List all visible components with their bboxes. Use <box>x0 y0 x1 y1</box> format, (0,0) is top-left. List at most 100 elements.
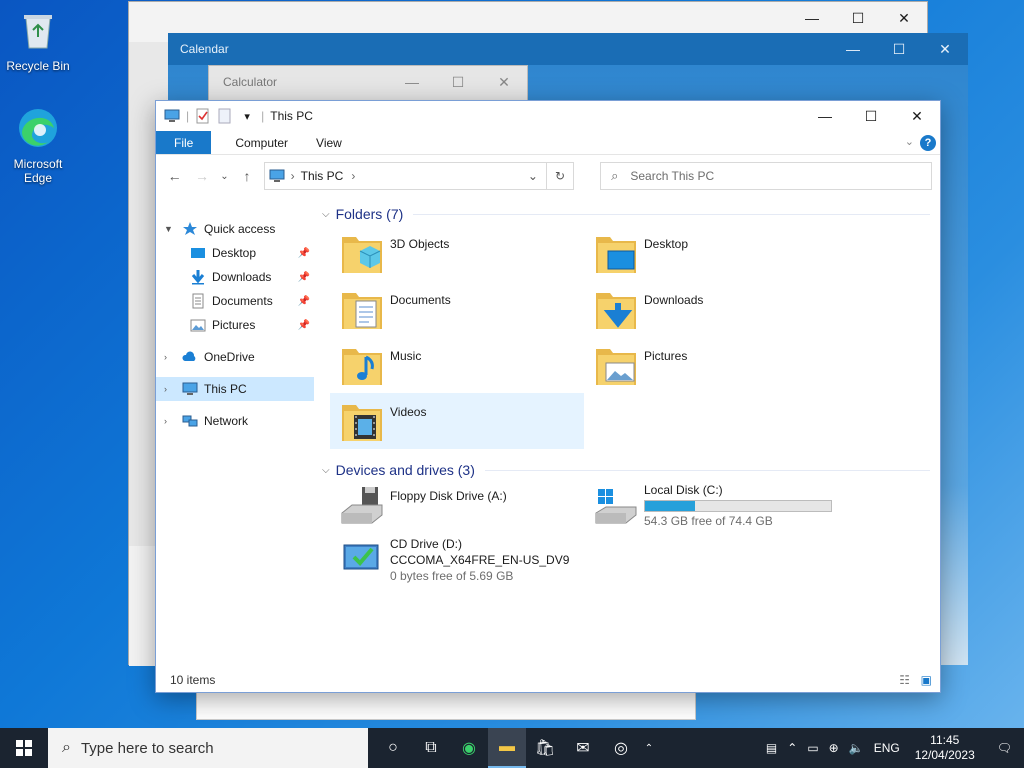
devices-group-header[interactable]: ⌵ Devices and drives (3) <box>316 459 940 481</box>
star-icon <box>183 222 197 235</box>
show-hidden-icons-icon[interactable]: ⌃ <box>782 741 802 755</box>
drive-local-c[interactable]: Local Disk (C:) 54.3 GB free of 74.4 GB <box>584 481 838 531</box>
drive-cd-d[interactable]: CD Drive (D:) CCCOMA_X64FRE_EN-US_DV9 0 … <box>330 531 584 587</box>
folder-downloads[interactable]: Downloads <box>584 281 838 337</box>
up-arrow-icon[interactable]: ↑ <box>236 165 257 187</box>
start-button[interactable] <box>0 728 48 768</box>
new-folder-icon[interactable] <box>217 108 233 124</box>
mail-icon[interactable]: ✉ <box>564 728 602 768</box>
maximize-icon[interactable]: ☐ <box>435 66 481 98</box>
customize-quick-access-icon[interactable]: ▾ <box>239 108 255 124</box>
search-box[interactable]: ⌕ Search This PC <box>600 162 932 190</box>
notifications-icon[interactable]: 🗨 <box>985 741 1024 755</box>
recent-locations-icon[interactable]: ⌄ <box>219 165 231 187</box>
tab-file[interactable]: File <box>156 131 212 154</box>
edge-taskbar-icon[interactable]: ◉ <box>450 728 488 768</box>
nav-pictures[interactable]: Pictures 📌 <box>156 313 314 337</box>
close-icon[interactable]: ✕ <box>922 33 968 65</box>
close-icon[interactable]: ✕ <box>894 101 940 131</box>
desktop-folder-icon <box>596 237 636 273</box>
nav-downloads[interactable]: Downloads 📌 <box>156 265 314 289</box>
breadcrumb-separator-icon[interactable]: › <box>351 169 355 183</box>
recycle-bin-icon <box>24 15 52 49</box>
clock[interactable]: 11:45 12/04/2023 <box>905 733 985 763</box>
search-input[interactable]: Search This PC <box>630 169 714 183</box>
tab-computer[interactable]: Computer <box>211 131 302 154</box>
minimize-icon[interactable]: — <box>389 66 435 98</box>
address-dropdown-icon[interactable]: ⌄ <box>528 169 538 183</box>
nav-this-pc[interactable]: › This PC <box>156 377 314 401</box>
pin-icon[interactable]: 📌 <box>298 248 310 259</box>
taskbar-overflow-icon[interactable]: ⌃ <box>640 728 658 768</box>
breadcrumb-separator-icon[interactable]: › <box>291 169 295 183</box>
folder-label: Downloads <box>644 293 704 307</box>
close-icon[interactable]: ✕ <box>481 66 527 98</box>
news-icon[interactable]: ▤ <box>761 741 782 755</box>
folder-videos[interactable]: Videos <box>330 393 584 449</box>
minimize-icon[interactable]: — <box>830 33 876 65</box>
back-arrow-icon[interactable]: ← <box>164 165 185 187</box>
desktop-icon-edge[interactable]: Microsoft Edge <box>0 106 76 185</box>
window-title: This PC <box>270 109 313 123</box>
forward-arrow-icon[interactable]: → <box>191 165 212 187</box>
close-icon[interactable]: ✕ <box>881 2 927 34</box>
desktop-icon-label: Microsoft Edge <box>13 157 63 185</box>
desktop-icon-recycle-bin[interactable]: Recycle Bin <box>0 8 76 73</box>
volume-muted-icon[interactable]: 🔈 <box>844 741 869 755</box>
breadcrumb-this-pc[interactable]: This PC <box>301 169 344 183</box>
explorer-titlebar[interactable]: | ▾ | This PC — ☐ ✕ <box>156 101 940 131</box>
address-bar[interactable]: › This PC › ⌄ <box>263 162 547 190</box>
help-icon[interactable]: ? <box>920 135 936 151</box>
calculator-window[interactable]: Calculator — ☐ ✕ <box>208 65 528 105</box>
nav-network[interactable]: › Network <box>156 409 314 433</box>
documents-folder-icon <box>342 293 382 329</box>
chevron-down-icon[interactable]: ⌵ <box>322 209 330 220</box>
nav-onedrive[interactable]: › OneDrive <box>156 345 314 369</box>
maximize-icon[interactable]: ☐ <box>848 101 894 131</box>
meet-icon[interactable]: ▭ <box>802 741 823 755</box>
task-view-icon[interactable]: ⧉ <box>412 728 450 768</box>
properties-icon[interactable] <box>195 108 211 124</box>
details-view-icon[interactable]: ☷ <box>899 673 910 687</box>
chevron-right-icon[interactable]: › <box>164 416 167 426</box>
taskbar-search-input[interactable]: Type here to search <box>81 740 214 757</box>
drive-floppy[interactable]: Floppy Disk Drive (A:) <box>330 481 584 531</box>
language-indicator[interactable]: ENG <box>869 741 905 755</box>
cortana-icon[interactable]: ○ <box>374 728 412 768</box>
chevron-right-icon[interactable]: › <box>164 352 167 362</box>
maximize-icon[interactable]: ☐ <box>876 33 922 65</box>
minimize-icon[interactable]: — <box>802 101 848 131</box>
minimize-icon[interactable]: — <box>789 2 835 34</box>
folder-label: Pictures <box>644 349 688 363</box>
groove-icon[interactable]: ◎ <box>602 728 640 768</box>
taskbar-search[interactable]: ⌕ Type here to search <box>48 728 368 768</box>
folders-group-header[interactable]: ⌵ Folders (7) <box>316 203 940 225</box>
maximize-icon[interactable]: ☐ <box>835 2 881 34</box>
chevron-down-icon[interactable]: ⌵ <box>322 465 330 476</box>
folder-desktop[interactable]: Desktop <box>584 225 838 281</box>
folder-pictures[interactable]: Pictures <box>584 337 838 393</box>
nav-documents[interactable]: Documents 📌 <box>156 289 314 313</box>
nav-desktop[interactable]: Desktop 📌 <box>156 241 314 265</box>
large-icons-view-icon[interactable]: ▣ <box>921 673 932 687</box>
floppy-drive-icon <box>341 487 383 524</box>
file-explorer-window[interactable]: | ▾ | This PC — ☐ ✕ File Computer View ⌄… <box>155 100 941 693</box>
chevron-down-icon[interactable]: ▼ <box>164 224 173 234</box>
refresh-button[interactable]: ↻ <box>546 162 575 190</box>
network-globe-icon[interactable]: ⊕ <box>824 741 844 755</box>
folder-music[interactable]: Music <box>330 337 584 393</box>
pin-icon[interactable]: 📌 <box>298 272 310 283</box>
store-icon[interactable]: 🛍 <box>526 728 564 768</box>
folder-documents[interactable]: Documents <box>330 281 584 337</box>
file-explorer-taskbar-icon[interactable]: ▬ <box>488 728 526 768</box>
tab-view[interactable]: View <box>302 131 356 154</box>
3d-objects-folder-icon <box>342 237 382 273</box>
drive-volume-label: CCCOMA_X64FRE_EN-US_DV9 <box>390 553 570 567</box>
pin-icon[interactable]: 📌 <box>298 296 310 307</box>
expand-ribbon-icon[interactable]: ⌄ <box>905 135 914 148</box>
nav-quick-access[interactable]: ▼ Quick access <box>156 217 314 241</box>
chevron-right-icon[interactable]: › <box>164 384 167 394</box>
computer-icon <box>164 109 180 122</box>
pin-icon[interactable]: 📌 <box>298 320 310 331</box>
folder-3d-objects[interactable]: 3D Objects <box>330 225 584 281</box>
